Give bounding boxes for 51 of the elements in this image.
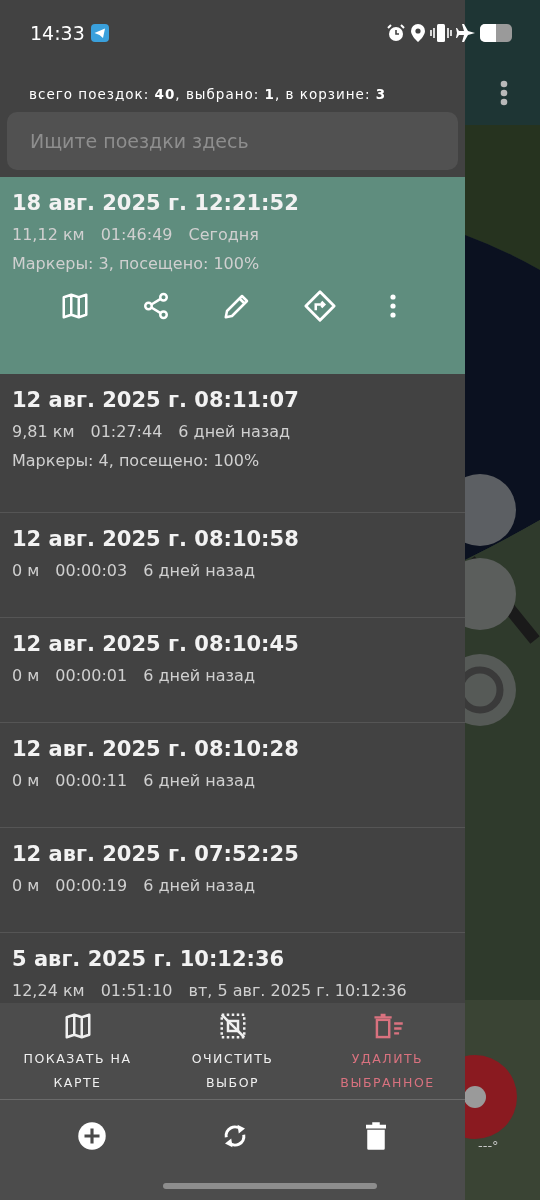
trip-item[interactable]: 12 авг. 2025 г. 07:52:25 0 м 00:00:19 6 дней назад — [0, 828, 465, 933]
trip-title: 12 авг. 2025 г. 08:10:28 — [12, 737, 300, 761]
trip-distance: 12,24 км — [12, 981, 85, 1000]
trip-title: 12 авг. 2025 г. 08:10:58 — [12, 527, 300, 551]
trip-date: вт, 5 авг. 2025 г. 10:12:36 — [188, 981, 407, 1000]
search-field[interactable]: Ищите поездки здесь — [7, 112, 458, 170]
vibrate-icon — [430, 23, 452, 43]
trip-title: 18 авг. 2025 г. 12:21:52 — [12, 191, 300, 215]
status-time: 14:33 — [30, 22, 85, 44]
trip-title: 5 авг. 2025 г. 10:12:36 — [12, 947, 286, 971]
trip-item[interactable]: 12 авг. 2025 г. 08:10:28 0 м 00:00:11 6 дней назад — [0, 723, 465, 828]
trip-title: 12 авг. 2025 г. 08:11:07 — [12, 388, 300, 412]
trip-distance: 11,12 км — [12, 225, 85, 244]
trip-date: 6 дней назад — [143, 561, 255, 580]
trip-markers: Маркеры: 3, посещено: 100% — [12, 254, 261, 273]
trip-date: 6 дней назад — [143, 666, 255, 685]
trip-duration: 01:27:44 — [90, 422, 163, 441]
trip-distance: 0 м — [12, 771, 40, 790]
trip-date: 6 дней назад — [143, 771, 255, 790]
trip-duration: 00:00:03 — [55, 561, 128, 580]
battery-icon — [480, 24, 512, 42]
trip-title: 12 авг. 2025 г. 07:52:25 — [12, 842, 300, 866]
action-button[interactable]: ПОКАЗАТЬ НА КАРТЕ — [0, 1003, 155, 1099]
trip-distance: 0 м — [12, 561, 40, 580]
action-button[interactable]: ОЧИСТИТЬ ВЫБОР — [155, 1003, 310, 1099]
trip-item[interactable]: 12 авг. 2025 г. 08:11:07 9,81 км 01:27:44 6 дней назад Маркеры: 4, посещено: 100% — [0, 374, 465, 513]
trip-duration: 00:00:19 — [55, 876, 128, 895]
trip-item[interactable]: 12 авг. 2025 г. 08:10:45 0 м 00:00:01 6 дней назад — [0, 618, 465, 723]
trip-duration: 00:00:11 — [55, 771, 128, 790]
airplane-icon — [456, 23, 476, 43]
trip-summary: всего поездок: 40, выбрано: 1, в корзине: 3 — [29, 86, 387, 102]
trip-distance: 0 м — [12, 666, 40, 685]
location-icon — [410, 23, 426, 43]
trip-date: 6 дней назад — [178, 422, 291, 441]
trip-date: Сегодня — [188, 225, 259, 244]
trip-item[interactable]: 12 авг. 2025 г. 08:10:58 0 м 00:00:03 6 дней назад — [0, 513, 465, 618]
trip-markers: Маркеры: 4, посещено: 100% — [12, 451, 261, 470]
route-sign-icon[interactable] — [302, 289, 337, 323]
trip-title: 12 авг. 2025 г. 08:10:45 — [12, 632, 300, 656]
more-icon[interactable] — [500, 80, 508, 106]
trip-duration: 01:46:49 — [100, 225, 173, 244]
trip-date: 6 дней назад — [143, 876, 255, 895]
heading-readout: ---° — [478, 1138, 499, 1153]
trip-distance: 9,81 км — [12, 422, 75, 441]
alarm-icon — [386, 23, 406, 43]
trip-duration: 00:00:01 — [55, 666, 128, 685]
trip-distance: 0 м — [12, 876, 40, 895]
add-icon[interactable] — [76, 1121, 107, 1151]
delete-list-icon — [371, 1011, 404, 1041]
trip-duration: 01:51:10 — [100, 981, 173, 1000]
more-icon[interactable] — [387, 293, 398, 319]
